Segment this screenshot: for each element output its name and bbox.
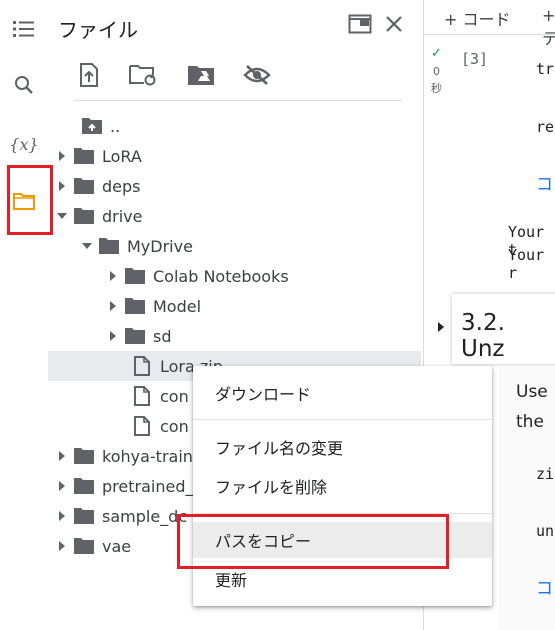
run-time-unit: 秒 xyxy=(431,82,442,95)
tree-item-label: vae xyxy=(102,536,132,556)
tree-item-pretrained[interactable]: pretrained_ xyxy=(52,471,193,501)
folder-highlight-box xyxy=(7,165,53,235)
chevron-down-icon[interactable] xyxy=(77,242,97,250)
code-line: tr xyxy=(536,60,555,78)
section-heading: 3.2. Unz xyxy=(461,310,505,362)
upload-icon[interactable] xyxy=(74,60,104,90)
tree-item-deps[interactable]: deps xyxy=(52,171,141,201)
tree-item-mydrive[interactable]: MyDrive xyxy=(77,231,193,261)
tree-item-sd[interactable]: sd xyxy=(103,321,172,351)
tree-item-sample[interactable]: sample_dc xyxy=(52,501,187,531)
tree-item-label: sd xyxy=(153,326,172,346)
menu-list-icon[interactable] xyxy=(8,13,40,45)
menu-divider xyxy=(193,419,492,420)
run-time-value: 0 xyxy=(433,65,440,78)
tree-item-label: LoRA xyxy=(102,146,142,166)
chevron-right-icon[interactable] xyxy=(52,510,72,522)
tree-item-kohya-train[interactable]: kohya-train xyxy=(52,441,193,471)
tree-item-colab-notebooks[interactable]: Colab Notebooks xyxy=(103,261,289,291)
chevron-right-icon[interactable] xyxy=(103,330,123,342)
tree-item-parent[interactable]: .. xyxy=(60,111,120,141)
chevron-right-icon[interactable] xyxy=(103,270,123,282)
chevron-right-icon[interactable] xyxy=(52,480,72,492)
tree-item-lora[interactable]: LoRA xyxy=(52,141,142,171)
add-text-button[interactable]: + テ xyxy=(542,6,555,49)
tree-item-file[interactable]: con xyxy=(130,381,189,411)
code-line: re xyxy=(536,118,555,136)
panel-title: ファイル xyxy=(58,18,138,42)
tree-item-drive[interactable]: drive xyxy=(52,201,143,231)
folder-icon xyxy=(123,294,147,318)
folder-icon xyxy=(72,204,96,228)
activity-rail: {x} xyxy=(0,0,53,630)
paragraph-line: Use xyxy=(516,382,548,402)
folder-icon xyxy=(72,444,96,468)
file-icon xyxy=(130,414,154,438)
chevron-right-icon[interactable] xyxy=(52,180,72,192)
run-check-icon: ✓ xyxy=(431,46,442,61)
refresh-folder-icon[interactable] xyxy=(128,60,158,90)
chevron-down-icon[interactable] xyxy=(52,212,72,220)
tree-item-label: MyDrive xyxy=(127,236,193,256)
chevron-right-icon[interactable] xyxy=(52,150,72,162)
tree-item-model[interactable]: Model xyxy=(103,291,201,321)
folder-icon xyxy=(97,234,121,258)
file-icon xyxy=(130,354,154,378)
folder-icon xyxy=(123,264,147,288)
tree-item-label: .. xyxy=(110,116,121,136)
code-line: un xyxy=(536,522,555,540)
variables-label: {x} xyxy=(9,134,39,154)
copy-path-highlight-box xyxy=(177,514,449,569)
toolbar-divider xyxy=(74,100,402,101)
search-icon[interactable] xyxy=(8,69,40,101)
add-code-button[interactable]: + コード xyxy=(444,6,511,30)
folder-icon xyxy=(72,174,96,198)
section-collapse-icon[interactable] xyxy=(437,318,445,337)
chevron-right-icon[interactable] xyxy=(52,540,72,552)
file-icon xyxy=(130,384,154,408)
folder-icon xyxy=(72,144,96,168)
tree-item-label: con xyxy=(160,386,189,406)
link-text[interactable]: コ xyxy=(536,170,553,195)
code-line: zi xyxy=(536,465,555,483)
folder-icon xyxy=(72,504,96,528)
tree-item-label: kohya-train xyxy=(102,446,193,466)
output-line: Your r xyxy=(508,246,545,282)
chevron-right-icon[interactable] xyxy=(52,450,72,462)
close-icon[interactable] xyxy=(384,14,404,34)
folder-icon xyxy=(123,324,147,348)
tree-item-label: Model xyxy=(153,296,202,316)
menu-item-download[interactable]: ダウンロード xyxy=(193,375,492,411)
tree-item-label: con xyxy=(160,416,189,436)
folder-up-icon xyxy=(80,114,104,138)
new-window-icon[interactable] xyxy=(348,14,372,36)
tree-item-label: Colab Notebooks xyxy=(153,266,289,286)
menu-item-rename[interactable]: ファイル名の変更 xyxy=(193,429,492,465)
paragraph-line: the xyxy=(516,412,544,432)
mount-drive-icon[interactable] xyxy=(186,60,216,90)
cell-index: [3] xyxy=(461,50,489,68)
tree-item-label: deps xyxy=(102,176,141,196)
tree-item-label: sample_dc xyxy=(102,506,188,526)
tree-item-label: pretrained_ xyxy=(102,476,194,496)
variables-icon[interactable]: {x} xyxy=(8,128,40,160)
menu-item-delete[interactable]: ファイルを削除 xyxy=(193,468,492,504)
chevron-right-icon[interactable] xyxy=(103,300,123,312)
hide-files-icon[interactable] xyxy=(242,60,272,90)
tree-item-vae[interactable]: vae xyxy=(52,531,131,561)
folder-icon xyxy=(72,474,96,498)
link-text[interactable]: コ xyxy=(536,574,553,599)
notebook-toolbar: + コード + テ xyxy=(424,0,555,48)
tree-item-file[interactable]: con xyxy=(130,411,189,441)
tree-item-label: drive xyxy=(102,206,143,226)
folder-icon xyxy=(72,534,96,558)
context-menu: ダウンロード ファイル名の変更 ファイルを削除 パスをコピー 更新 xyxy=(193,366,492,606)
